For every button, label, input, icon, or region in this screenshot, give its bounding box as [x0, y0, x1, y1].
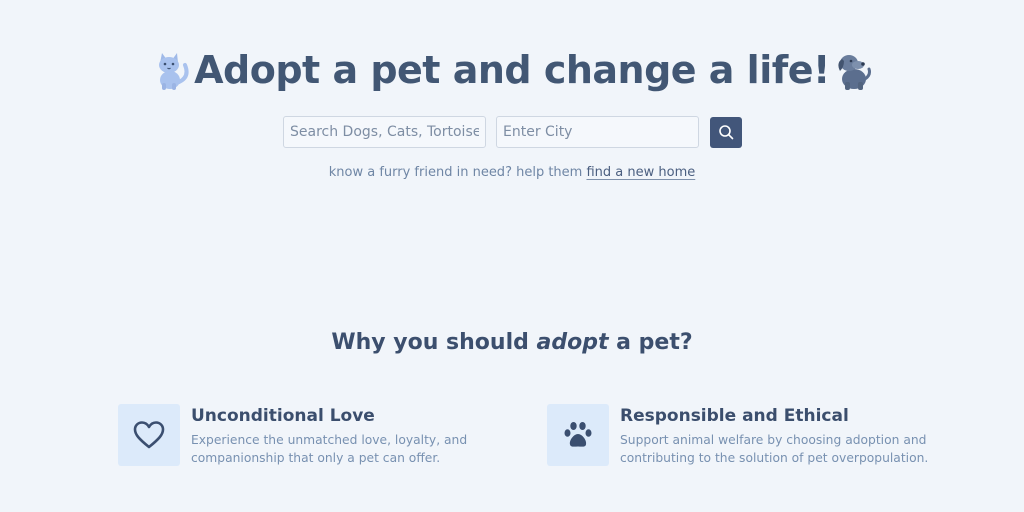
paw-icon [564, 422, 592, 447]
why-title-before: Why you should [331, 330, 537, 355]
find-new-home-link[interactable]: find a new home [586, 165, 695, 180]
rehome-helper-text: know a furry friend in need? help them [328, 165, 587, 180]
city-input[interactable] [496, 116, 699, 148]
heart-icon [133, 421, 165, 449]
page: Adopt a pet and change a life! know a fu… [0, 0, 1024, 512]
feature-text: Responsible and Ethical Support animal w… [620, 404, 940, 467]
hero-heading: Adopt a pet and change a life! [0, 48, 1024, 92]
feature-title: Unconditional Love [191, 406, 375, 426]
feature-unconditional-love: Unconditional Love Experience the unmatc… [118, 404, 518, 467]
cat-icon [159, 53, 189, 90]
search-bar [283, 116, 742, 148]
feature-responsible-ethical: Responsible and Ethical Support animal w… [547, 404, 947, 467]
search-icon [719, 125, 734, 140]
feature-title: Responsible and Ethical [620, 406, 849, 426]
page-title: Adopt a pet and change a life! [194, 48, 830, 92]
feature-description: Support animal welfare by choosing adopt… [620, 433, 929, 465]
pet-search-input[interactable] [283, 116, 486, 148]
feature-icon-tile [118, 404, 180, 466]
why-title-emphasis: adopt [536, 330, 609, 355]
rehome-helper: know a furry friend in need? help them f… [0, 165, 1024, 180]
search-button[interactable] [710, 116, 742, 148]
why-title-after: a pet? [608, 330, 693, 355]
dog-icon [838, 55, 871, 90]
feature-text: Unconditional Love Experience the unmatc… [191, 404, 511, 467]
feature-icon-tile [547, 404, 609, 466]
feature-description: Experience the unmatched love, loyalty, … [191, 433, 468, 465]
why-adopt-heading: Why you should adopt a pet? [0, 330, 1024, 355]
